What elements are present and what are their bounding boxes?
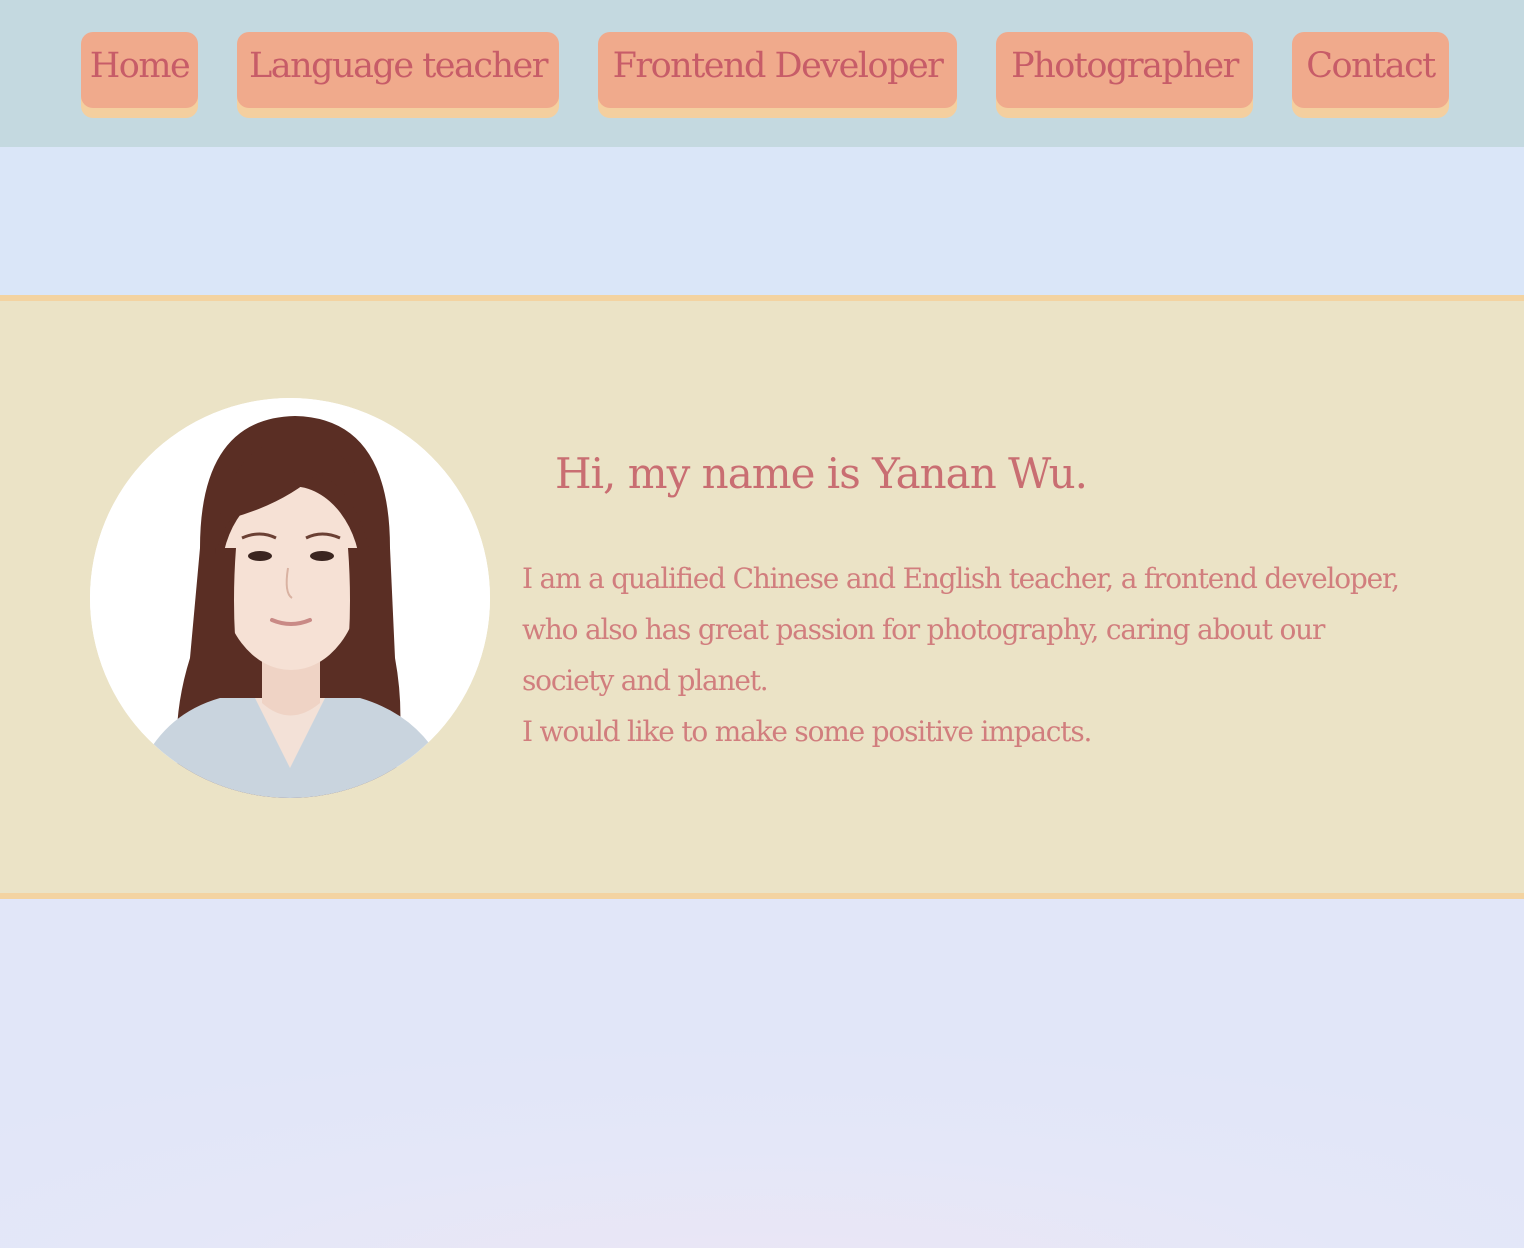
page-bottom-background xyxy=(0,899,1524,1248)
top-navbar: Home Language teacher Frontend Developer… xyxy=(0,0,1524,147)
nav-button-language-teacher[interactable]: Language teacher xyxy=(237,32,559,108)
hero-spacer-band xyxy=(0,147,1524,296)
profile-photo xyxy=(90,398,490,798)
nav-button-contact[interactable]: Contact xyxy=(1292,32,1449,108)
intro-bio: I am a qualified Chinese and English tea… xyxy=(522,553,1422,757)
nav-button-home[interactable]: Home xyxy=(81,32,198,108)
intro-section: Hi, my name is Yanan Wu. I am a qualifie… xyxy=(0,295,1524,899)
nav-button-photographer[interactable]: Photographer xyxy=(996,32,1253,108)
nav-button-frontend-developer[interactable]: Frontend Developer xyxy=(598,32,957,108)
bio-line: I am a qualified Chinese and English tea… xyxy=(522,562,1400,697)
intro-greeting: Hi, my name is Yanan Wu. xyxy=(555,449,1088,498)
profile-portrait-illustration xyxy=(90,398,490,798)
bio-line: I would like to make some positive impac… xyxy=(522,715,1092,748)
